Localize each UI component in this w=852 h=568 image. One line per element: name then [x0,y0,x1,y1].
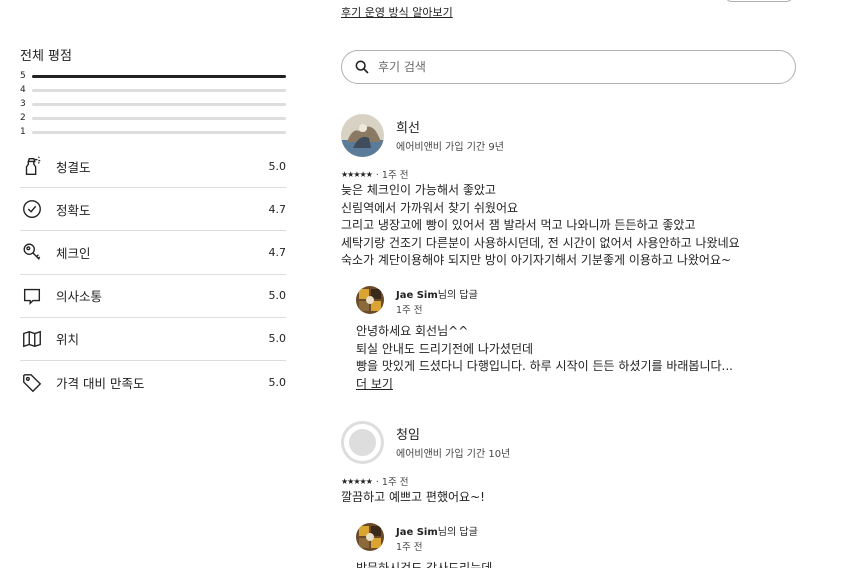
host-reply-header: Jae Sim님의 답글 [396,286,478,301]
overall-rating-title: 전체 평점 [20,49,72,64]
map-icon [20,327,44,351]
host-reply-suffix: 님의 답글 [437,290,478,301]
review-item: 희선 에어비앤비 가입 기간 9년 ★★★★★ · 1주 전 늦은 체크인이 가… [341,114,801,394]
review-search-box[interactable] [341,50,796,84]
rating-bar-2: 2 [20,111,286,125]
category-score: 4.7 [268,202,287,216]
host-reply-line: 퇴실 안내도 드리기전에 나가셨던데 [356,341,534,356]
host-reply-time: 1주 전 [396,305,423,316]
host-name: Jae Sim [396,290,438,301]
star-rating: ★★★★★ [341,169,373,179]
category-label: 청결도 [56,159,91,175]
category-score: 4.7 [268,245,287,259]
star-rating: ★★★★★ [341,476,373,486]
reviewer-membership: 에어비앤비 가입 기간 10년 [396,449,511,460]
reviewer-avatar[interactable] [341,421,384,464]
category-score: 5.0 [268,289,287,303]
host-reply-text: 안녕하세요 회선님^^ 퇴실 안내도 드리기전에 나가셨던데 빵을 맛있게 드셨… [356,323,733,376]
category-score: 5.0 [268,376,287,390]
reviewer-membership: 에어비앤비 가입 기간 9년 [396,142,504,153]
category-value: 가격 대비 만족도 5.0 [20,361,286,404]
host-avatar[interactable] [356,286,384,314]
category-communication: 의사소통 5.0 [20,275,286,318]
top-clipped-heading [20,0,90,2]
reviewer-name: 희선 [396,121,420,136]
category-label: 가격 대비 만족도 [56,376,145,392]
category-accuracy: 정확도 4.7 [20,188,287,232]
spray-bottle-icon [20,154,44,178]
review-text-line: 늦은 체크인이 가능해서 좋았고 [341,183,496,197]
category-label: 위치 [56,332,80,348]
review-text-line: 숙소가 계단이용해야 되지만 방이 아기자기해서 기분좋게 이용하고 나왔어요~ [341,253,732,267]
rating-bar-1: 1 [20,125,286,139]
top-button[interactable] [724,0,794,2]
review-text-line: 그리고 냉장고에 빵이 있어서 잼 발라서 먹고 나와니까 든든하고 좋았고 [341,218,696,232]
host-reply-line: 방문하시것도 감사드리는데 [356,561,493,568]
search-icon [354,59,370,75]
host-reply-header: Jae Sim님의 답글 [396,523,478,538]
rating-bar-label: 3 [20,99,26,109]
review-text-line: 깔끔하고 예쁘고 편했어요~! [341,490,485,504]
category-score: 5.0 [268,159,287,173]
rating-bar-fill [32,75,286,78]
key-icon [20,240,44,264]
host-reply-line: 빵을 맛있게 드셨다니 다행입니다. 하루 시작이 든든 하셨기를 바래봅니다.… [356,359,733,373]
rating-distribution: 5 4 3 2 1 [20,69,286,139]
review-text-line: 신림역에서 가까워서 찾기 쉬웠어요 [341,200,519,215]
category-label: 정확도 [56,202,91,218]
host-reply-time: 1주 전 [396,542,423,553]
review-time: · 1주 전 [375,477,409,488]
review-policy-link[interactable]: 후기 운영 방식 알아보기 [341,4,453,20]
reviewer-name: 청임 [396,428,420,443]
rating-bar-label: 2 [20,113,26,123]
rating-bar-label: 1 [20,127,26,137]
category-ratings: 청결도 5.0 정확도 4.7 체크인 4.7 의사소통 5.0 위치 5.0 … [20,145,286,404]
host-reply: Jae Sim님의 답글 1주 전 방문하시것도 감사드리는데 [356,523,796,568]
host-reply: Jae Sim님의 답글 1주 전 안녕하세요 회선님^^ 퇴실 안내도 드리기… [356,286,796,396]
rating-bar-5: 5 [20,69,286,83]
rating-bar-3: 3 [20,97,286,111]
category-label: 체크인 [56,245,91,261]
check-circle-icon [20,197,44,221]
host-reply-line: 안녕하세요 회선님^^ [356,324,469,338]
category-label: 의사소통 [56,289,103,305]
review-rating-row: ★★★★★ · 1주 전 [341,474,409,489]
review-text: 깔끔하고 예쁘고 편했어요~! [341,489,485,507]
host-name: Jae Sim [396,527,438,538]
review-text-line: 세탁기랑 건조기 다른분이 사용하시던데, 전 시간이 없어서 사용안하고 나왔… [341,235,740,250]
reviewer-avatar[interactable] [341,114,384,157]
review-rating-row: ★★★★★ · 1주 전 [341,167,409,182]
category-location: 위치 5.0 [20,318,286,361]
host-reply-suffix: 님의 답글 [437,527,478,538]
host-avatar[interactable] [356,523,384,551]
speech-bubble-icon [20,284,44,308]
category-cleanliness: 청결도 5.0 [20,145,287,189]
category-checkin: 체크인 4.7 [20,231,287,275]
category-score: 5.0 [268,332,287,346]
rating-bar-label: 5 [20,71,26,81]
rating-bar-4: 4 [20,83,286,97]
review-search-input[interactable] [378,60,758,74]
review-time: · 1주 전 [375,170,409,181]
host-reply-text: 방문하시것도 감사드리는데 [356,560,492,568]
rating-bar-label: 4 [20,85,26,95]
show-more-link[interactable]: 더 보기 [356,375,393,392]
review-item: 청임 에어비앤비 가입 기간 10년 ★★★★★ · 1주 전 깔끔하고 예쁘고… [341,421,801,568]
price-tag-icon [20,371,44,395]
review-text: 늦은 체크인이 가능해서 좋았고 신림역에서 가까워서 찾기 쉬웠어요 그리고 … [341,182,740,270]
